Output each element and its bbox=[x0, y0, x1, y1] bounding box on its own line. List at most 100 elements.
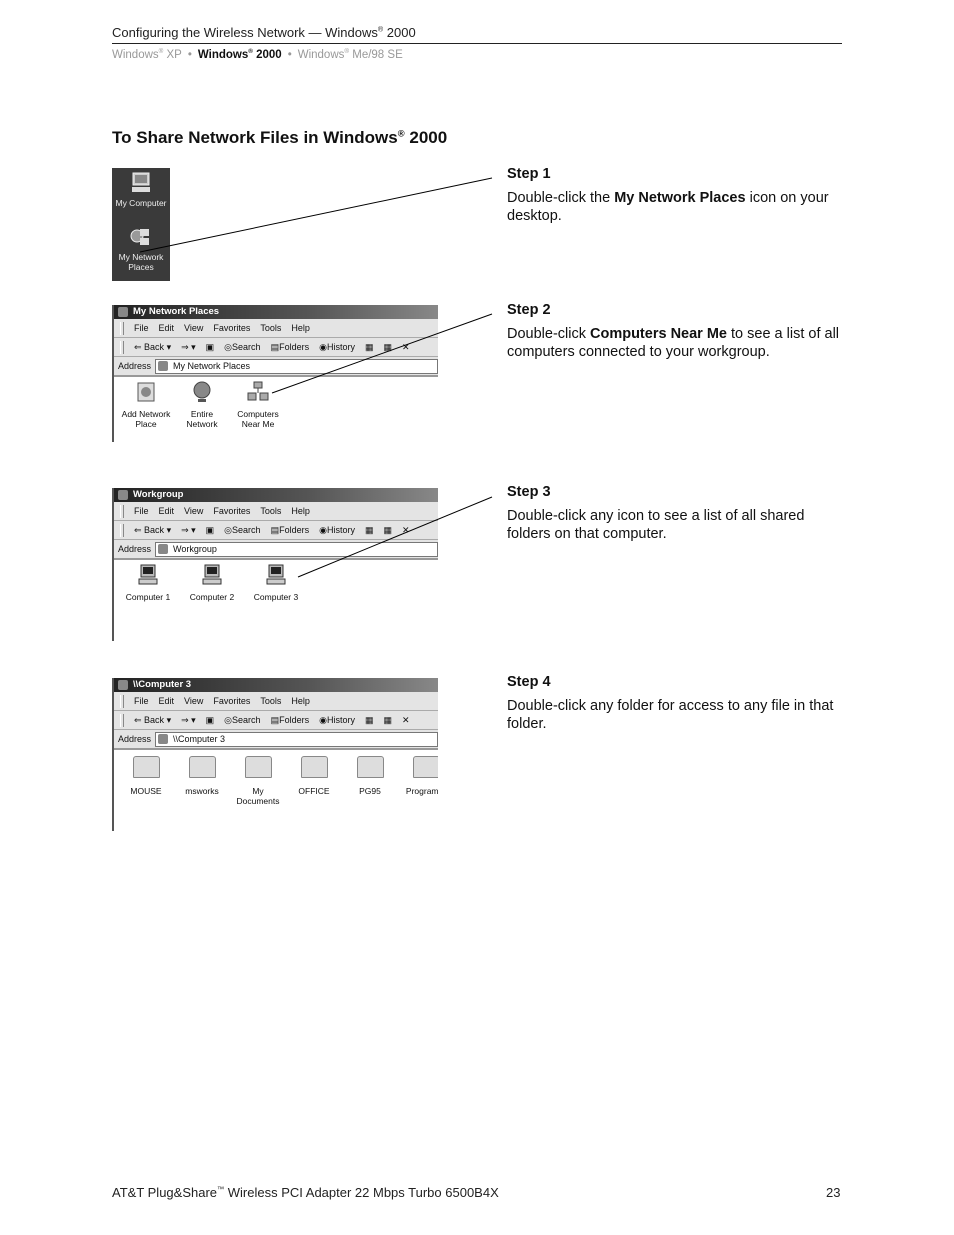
address-input[interactable]: \\Computer 3 bbox=[155, 731, 438, 747]
copy-to-icon[interactable]: ▦ bbox=[383, 715, 392, 726]
menu-file[interactable]: File bbox=[134, 506, 149, 516]
delete-icon[interactable]: ✕ bbox=[402, 525, 410, 536]
nav-windows-2000[interactable]: Windows® 2000 bbox=[198, 49, 282, 61]
folder-icon bbox=[412, 756, 438, 778]
network-computer-icon bbox=[118, 680, 128, 690]
history-button[interactable]: ◉History bbox=[319, 525, 355, 536]
back-button[interactable]: ⇐ Back ▾ bbox=[134, 715, 171, 726]
menu-favorites[interactable]: Favorites bbox=[213, 696, 250, 706]
folders-button[interactable]: ▤Folders bbox=[271, 715, 310, 726]
menu-file[interactable]: File bbox=[134, 696, 149, 706]
computer-icon bbox=[202, 564, 222, 585]
up-folder-icon[interactable]: ▣ bbox=[206, 715, 215, 726]
folders-button[interactable]: ▤Folders bbox=[271, 342, 310, 353]
history-button[interactable]: ◉History bbox=[319, 715, 355, 726]
workgroup-icon bbox=[158, 544, 169, 554]
menu-favorites[interactable]: Favorites bbox=[213, 506, 250, 516]
step-3: Step 3 Double-click any icon to see a lis… bbox=[507, 484, 805, 542]
move-to-icon[interactable]: ▦ bbox=[365, 342, 374, 353]
title-bar: My Network Places bbox=[114, 305, 438, 319]
network-places-icon bbox=[118, 307, 128, 317]
add-network-place-icon bbox=[137, 382, 155, 402]
menu-tools[interactable]: Tools bbox=[260, 506, 281, 516]
workgroup-icon bbox=[118, 490, 128, 500]
item-folder-pg95[interactable]: PG95 bbox=[340, 756, 400, 796]
back-button[interactable]: ⇐ Back ▾ bbox=[134, 342, 171, 353]
menu-edit[interactable]: Edit bbox=[159, 506, 175, 516]
address-bar: Address Workgroup bbox=[114, 540, 438, 560]
forward-button[interactable]: ⇒ ▾ bbox=[181, 525, 196, 536]
computer-icon bbox=[132, 172, 150, 192]
address-bar: Address \\Computer 3 bbox=[114, 730, 438, 750]
search-button[interactable]: ◎Search bbox=[224, 342, 260, 353]
menu-view[interactable]: View bbox=[184, 696, 203, 706]
menu-file[interactable]: File bbox=[134, 323, 149, 333]
desktop-icon-my-network-places[interactable]: My Network Places bbox=[112, 226, 170, 272]
move-to-icon[interactable]: ▦ bbox=[365, 715, 374, 726]
toolbar: ⇐ Back ▾ ⇒ ▾ ▣ ◎Search ▤Folders ◉History… bbox=[114, 338, 438, 357]
item-add-network-place[interactable]: Add Network Place bbox=[116, 381, 176, 429]
computer-icon bbox=[266, 564, 286, 585]
desktop-icon-label: My Network Places bbox=[118, 252, 164, 272]
search-button[interactable]: ◎Search bbox=[224, 525, 260, 536]
menu-help[interactable]: Help bbox=[291, 696, 310, 706]
menu-edit[interactable]: Edit bbox=[159, 323, 175, 333]
item-folder-office[interactable]: OFFICE bbox=[284, 756, 344, 796]
menu-bar: File Edit View Favorites Tools Help bbox=[114, 319, 438, 338]
search-button[interactable]: ◎Search bbox=[224, 715, 260, 726]
item-computer-2[interactable]: Computer 2 bbox=[182, 564, 242, 602]
forward-button[interactable]: ⇒ ▾ bbox=[181, 342, 196, 353]
item-folder-mouse[interactable]: MOUSE bbox=[116, 756, 176, 796]
callout-line-step-1 bbox=[139, 177, 493, 253]
history-button[interactable]: ◉History bbox=[319, 342, 355, 353]
menu-bar: File Edit View Favorites Tools Help bbox=[114, 692, 438, 711]
os-nav: Windows® XP • Windows® 2000 • Windows® Me/98… bbox=[112, 49, 403, 61]
footer-product: AT&T Plug&Share™ Wireless PCI Adapter 22… bbox=[112, 1185, 499, 1200]
forward-button[interactable]: ⇒ ▾ bbox=[181, 715, 196, 726]
menu-favorites[interactable]: Favorites bbox=[213, 323, 250, 333]
copy-to-icon[interactable]: ▦ bbox=[383, 342, 392, 353]
step-4: Step 4 Double-click any folder for access… bbox=[507, 674, 834, 732]
network-places-icon bbox=[130, 229, 149, 245]
item-entire-network[interactable]: Entire Network bbox=[172, 381, 232, 429]
explorer-window-my-network-places: My Network Places File Edit View Favorit… bbox=[112, 305, 438, 442]
delete-icon[interactable]: ✕ bbox=[402, 715, 410, 726]
menu-tools[interactable]: Tools bbox=[260, 323, 281, 333]
computer-icon bbox=[138, 564, 158, 585]
item-folder-msworks[interactable]: msworks bbox=[172, 756, 232, 796]
item-folder-program-files[interactable]: Program F bbox=[396, 756, 438, 796]
address-label: Address bbox=[118, 544, 152, 554]
nav-separator: • bbox=[187, 49, 192, 61]
address-input[interactable]: Workgroup bbox=[155, 541, 438, 557]
menu-edit[interactable]: Edit bbox=[159, 696, 175, 706]
delete-icon[interactable]: ✕ bbox=[402, 342, 410, 353]
move-to-icon[interactable]: ▦ bbox=[365, 525, 374, 536]
menu-view[interactable]: View bbox=[184, 323, 203, 333]
nav-windows-me98[interactable]: Windows® Me/98 SE bbox=[298, 49, 403, 61]
desktop-screenshot: My Computer My Network Places bbox=[112, 168, 170, 281]
up-folder-icon[interactable]: ▣ bbox=[206, 525, 215, 536]
menu-bar: File Edit View Favorites Tools Help bbox=[114, 502, 438, 521]
item-computers-near-me[interactable]: Computers Near Me bbox=[228, 381, 288, 429]
desktop-icon-my-computer[interactable]: My Computer bbox=[112, 172, 170, 208]
menu-help[interactable]: Help bbox=[291, 506, 310, 516]
back-button[interactable]: ⇐ Back ▾ bbox=[134, 525, 171, 536]
folders-button[interactable]: ▤Folders bbox=[271, 525, 310, 536]
address-input[interactable]: My Network Places bbox=[155, 358, 438, 374]
network-computer-icon bbox=[158, 734, 169, 744]
item-computer-1[interactable]: Computer 1 bbox=[118, 564, 178, 602]
folder-icon bbox=[356, 756, 384, 778]
menu-help[interactable]: Help bbox=[291, 323, 310, 333]
nav-windows-xp[interactable]: Windows® XP bbox=[112, 49, 182, 61]
running-header: Configuring the Wireless Network — Windo… bbox=[112, 25, 416, 40]
up-folder-icon[interactable]: ▣ bbox=[206, 342, 215, 353]
address-bar: Address My Network Places bbox=[114, 357, 438, 377]
nav-separator: • bbox=[287, 49, 292, 61]
item-computer-3[interactable]: Computer 3 bbox=[246, 564, 306, 602]
copy-to-icon[interactable]: ▦ bbox=[383, 525, 392, 536]
item-folder-my-documents[interactable]: My Documents bbox=[228, 756, 288, 806]
menu-view[interactable]: View bbox=[184, 506, 203, 516]
network-places-icon bbox=[158, 361, 169, 371]
address-label: Address bbox=[118, 361, 152, 371]
menu-tools[interactable]: Tools bbox=[260, 696, 281, 706]
